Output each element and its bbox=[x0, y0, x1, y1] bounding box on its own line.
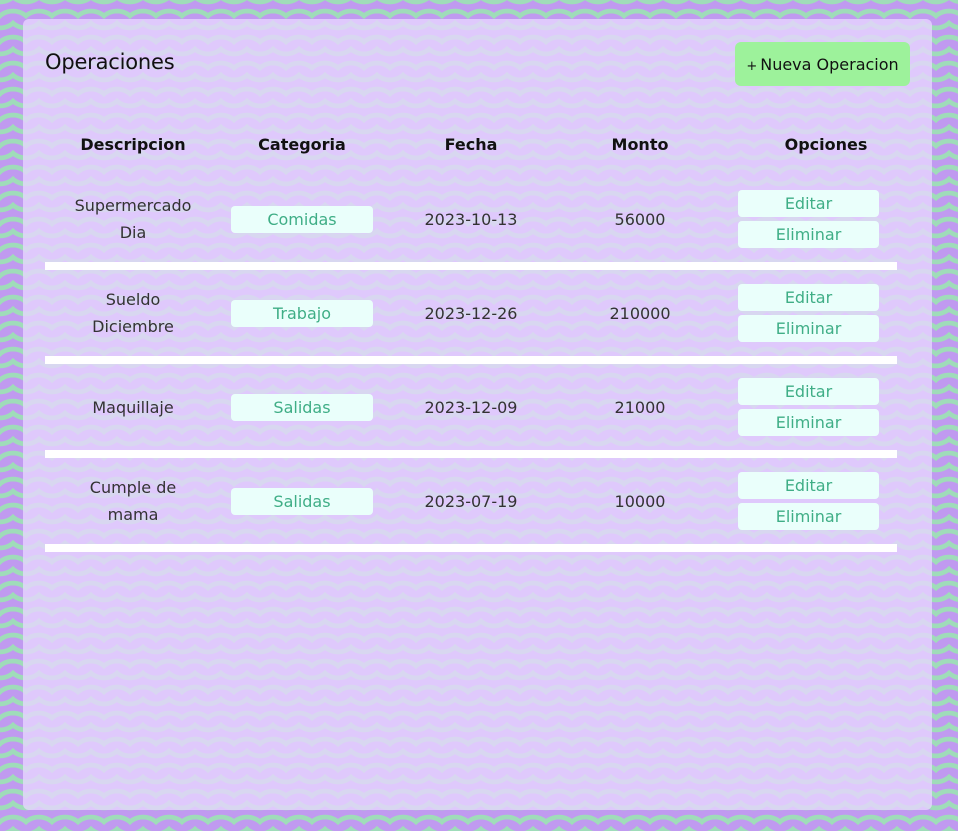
table-row: Cumple de mama Salidas 2023-07-19 10000 … bbox=[45, 458, 897, 552]
cell-categoria: Comidas bbox=[231, 176, 373, 262]
category-tag: Comidas bbox=[231, 205, 373, 233]
operations-table-body: Supermercado Dia Comidas 2023-10-13 5600… bbox=[45, 176, 897, 552]
cell-descripcion: Supermercado Dia bbox=[74, 196, 192, 242]
cell-descripcion: Sueldo Diciembre bbox=[92, 290, 174, 336]
cell-opciones: Editar Eliminar bbox=[738, 364, 879, 450]
category-tag: Salidas bbox=[231, 487, 373, 515]
table-row: Maquillaje Salidas 2023-12-09 21000 Edit… bbox=[45, 364, 897, 458]
cell-fecha: 2023-07-19 bbox=[424, 491, 518, 511]
cell-monto: 56000 bbox=[614, 209, 666, 229]
cell-fecha: 2023-12-26 bbox=[424, 303, 518, 323]
category-tag: Salidas bbox=[231, 393, 373, 421]
category-tag: Trabajo bbox=[231, 299, 373, 327]
edit-button[interactable]: Editar bbox=[738, 190, 879, 217]
cell-descripcion: Maquillaje bbox=[92, 397, 174, 417]
table-row: Supermercado Dia Comidas 2023-10-13 5600… bbox=[45, 176, 897, 270]
header-categoria: Categoria bbox=[258, 135, 346, 154]
cell-categoria: Salidas bbox=[231, 364, 373, 450]
delete-button[interactable]: Eliminar bbox=[738, 315, 879, 342]
delete-button[interactable]: Eliminar bbox=[738, 221, 879, 248]
delete-button[interactable]: Eliminar bbox=[738, 409, 879, 436]
cell-categoria: Salidas bbox=[231, 458, 373, 544]
cell-opciones: Editar Eliminar bbox=[738, 176, 879, 262]
header-monto: Monto bbox=[611, 135, 669, 154]
cell-categoria: Trabajo bbox=[231, 270, 373, 356]
delete-button[interactable]: Eliminar bbox=[738, 503, 879, 530]
table-row: Sueldo Diciembre Trabajo 2023-12-26 2100… bbox=[45, 270, 897, 364]
cell-monto: 210000 bbox=[609, 303, 671, 323]
new-operation-button[interactable]: + Nueva Operacion bbox=[735, 42, 910, 86]
edit-button[interactable]: Editar bbox=[738, 472, 879, 499]
header-fecha: Fecha bbox=[444, 135, 498, 154]
cell-monto: 21000 bbox=[614, 397, 666, 417]
table-header: Descripcion Categoria Fecha Monto Opcion… bbox=[45, 135, 897, 159]
header-descripcion: Descripcion bbox=[80, 135, 186, 154]
cell-descripcion: Cumple de mama bbox=[89, 478, 177, 524]
cell-fecha: 2023-12-09 bbox=[424, 397, 518, 417]
operations-panel: Operaciones + Nueva Operacion Descripcion… bbox=[23, 19, 932, 810]
cell-fecha: 2023-10-13 bbox=[424, 209, 518, 229]
cell-opciones: Editar Eliminar bbox=[738, 458, 879, 544]
edit-button[interactable]: Editar bbox=[738, 378, 879, 405]
header-opciones: Opciones bbox=[784, 135, 868, 154]
plus-icon: + bbox=[746, 58, 758, 74]
cell-monto: 10000 bbox=[614, 491, 666, 511]
page-title: Operaciones bbox=[45, 50, 175, 74]
cell-opciones: Editar Eliminar bbox=[738, 270, 879, 356]
edit-button[interactable]: Editar bbox=[738, 284, 879, 311]
new-operation-label: Nueva Operacion bbox=[760, 54, 899, 74]
